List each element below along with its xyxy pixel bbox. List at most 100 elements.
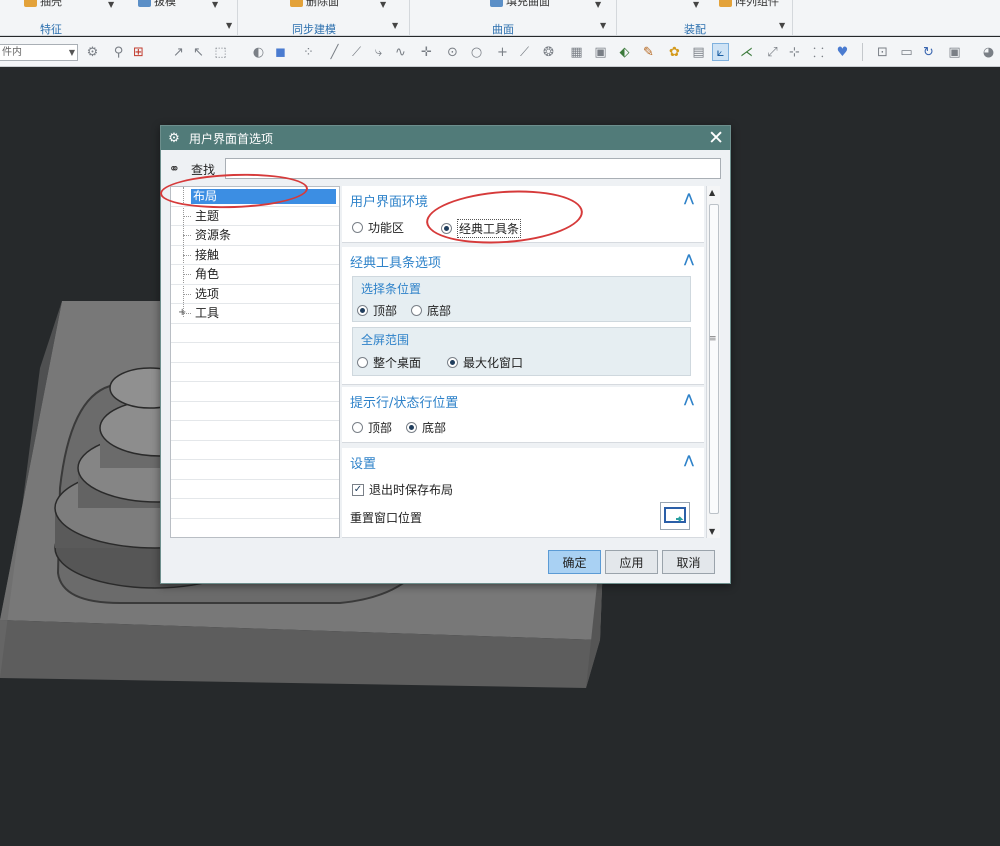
chevron-down-icon[interactable]: ▼: [595, 0, 601, 9]
table-icon[interactable]: ▤: [690, 43, 707, 61]
panel-scrollbar[interactable]: ▲ ≡ ▼: [706, 186, 720, 538]
axis-icon[interactable]: ⋌: [738, 43, 755, 61]
ok-button[interactable]: 确定: [548, 550, 601, 574]
tree-empty-row: [171, 402, 339, 421]
pattern-component-button[interactable]: 阵列组件: [719, 0, 779, 9]
paint-icon[interactable]: ✿: [666, 43, 683, 61]
tree-item-tools[interactable]: 工具: [193, 306, 221, 321]
cancel-button[interactable]: 取消: [662, 550, 715, 574]
tree-item-layout[interactable]: 布局: [191, 189, 336, 204]
csys-icon[interactable]: ⟀: [712, 43, 729, 61]
chevron-down-icon[interactable]: ▼: [779, 21, 785, 30]
layer-icon[interactable]: ▣: [592, 43, 609, 61]
section-title: 提示行/状态行位置: [350, 396, 459, 411]
hatch-icon[interactable]: ⬖: [616, 43, 633, 61]
select-box-icon[interactable]: ⊞: [130, 43, 147, 61]
chevron-down-icon[interactable]: ▼: [108, 0, 114, 9]
apply-button[interactable]: 应用: [605, 550, 658, 574]
tree-empty-row: [171, 480, 339, 499]
tree-item[interactable]: 资源条: [171, 226, 339, 246]
rotate-icon[interactable]: ↻: [920, 43, 937, 61]
scroll-down-icon[interactable]: ▼: [709, 527, 715, 536]
tree-item-resource-bar[interactable]: 资源条: [193, 228, 233, 243]
circle-icon[interactable]: ○: [468, 43, 485, 61]
ribbon-group-label: 同步建模: [292, 23, 336, 36]
draft-button[interactable]: 拔模: [138, 0, 176, 9]
chevron-down-icon[interactable]: ▼: [693, 0, 699, 9]
rectangle-select-icon[interactable]: ⬚: [212, 43, 229, 61]
close-button[interactable]: ✕: [708, 127, 724, 149]
dialog-titlebar[interactable]: ⚙ 用户界面首选项 ✕: [161, 126, 730, 150]
tree-item[interactable]: 选项: [171, 285, 339, 304]
radio-classic-toolbar[interactable]: 经典工具条: [441, 219, 522, 238]
delete-face-button[interactable]: 删除面: [290, 0, 339, 9]
line-2-icon[interactable]: ⟋: [348, 43, 365, 61]
heart-icon[interactable]: ♥: [834, 43, 851, 61]
vector-icon[interactable]: ⤢: [764, 43, 781, 61]
radio-circle: [357, 357, 368, 368]
face-icon[interactable]: ◐: [250, 43, 267, 61]
render-icon[interactable]: ◕: [980, 43, 997, 61]
tree-item[interactable]: 主题: [171, 207, 339, 226]
nodes-icon[interactable]: ⊹: [786, 43, 803, 61]
tree-item[interactable]: 角色: [171, 265, 339, 285]
body-icon[interactable]: ◼: [272, 43, 289, 61]
collapse-icon[interactable]: ⋀: [684, 191, 694, 205]
point-cloud-icon[interactable]: ⁘: [300, 43, 317, 61]
filter-icon[interactable]: ⚲: [110, 43, 127, 61]
tree-connector: [183, 215, 191, 217]
tree-item[interactable]: 布局: [171, 187, 339, 207]
gear-snap-icon[interactable]: ❂: [540, 43, 557, 61]
collapse-icon[interactable]: ⋀: [684, 392, 694, 406]
shell-icon: [24, 0, 37, 7]
radio-whole-desktop[interactable]: 整个桌面: [357, 354, 421, 371]
collapse-icon[interactable]: ⋀: [684, 252, 694, 266]
selection-filter-dropdown[interactable]: 件内 ▼: [0, 44, 78, 61]
sketch-icon[interactable]: ✎: [640, 43, 657, 61]
search-input[interactable]: [225, 158, 721, 179]
scroll-thumb[interactable]: [709, 204, 719, 514]
scroll-up-icon[interactable]: ▲: [709, 188, 715, 197]
tree-item-touch[interactable]: 接触: [193, 248, 221, 263]
plus-icon[interactable]: +: [494, 43, 511, 61]
snap-points-icon[interactable]: ⸬: [810, 43, 827, 61]
group-fullscreen-range: 全屏范围 整个桌面 最大化窗口: [352, 327, 691, 376]
radio-bottom[interactable]: 底部: [406, 419, 446, 436]
radio-bottom[interactable]: 底部: [411, 302, 451, 319]
shell-button[interactable]: 抽壳: [24, 0, 62, 9]
tree-item-theme[interactable]: 主题: [193, 209, 221, 224]
radio-top[interactable]: 顶部: [352, 419, 392, 436]
grip-icon: ≡: [709, 334, 717, 344]
tangent-icon[interactable]: ⟋: [516, 43, 533, 61]
arrow-icon[interactable]: ↗: [170, 43, 187, 61]
snap-icon[interactable]: ⚙: [84, 43, 101, 61]
cursor-icon[interactable]: ↖: [190, 43, 207, 61]
grid-icon[interactable]: ▦: [568, 43, 585, 61]
zoom-fit-icon[interactable]: ⊡: [874, 43, 891, 61]
save-layout-checkbox[interactable]: ✓ 退出时保存布局: [352, 481, 453, 498]
circle-center-icon[interactable]: ⊙: [444, 43, 461, 61]
reset-window-button[interactable]: [660, 502, 690, 530]
ribbon-group-sync-modeling: 删除面 ▼ 同步建模 ▼: [238, 0, 410, 36]
chevron-down-icon[interactable]: ▼: [212, 0, 218, 9]
radio-ribbon[interactable]: 功能区: [352, 219, 404, 236]
chevron-down-icon[interactable]: ▼: [392, 21, 398, 30]
radio-top[interactable]: 顶部: [357, 302, 397, 319]
display-mode-icon[interactable]: ▣: [946, 43, 963, 61]
tree-item-options[interactable]: 选项: [193, 287, 221, 302]
chevron-down-icon[interactable]: ▼: [380, 0, 386, 9]
chevron-down-icon[interactable]: ▼: [600, 21, 606, 30]
tree-item[interactable]: 接触: [171, 246, 339, 265]
crosshair-icon[interactable]: ✛: [418, 43, 435, 61]
spline-icon[interactable]: ∿: [392, 43, 409, 61]
curve-icon[interactable]: ⤷: [370, 43, 387, 61]
radio-maximized-window[interactable]: 最大化窗口: [447, 354, 523, 371]
chevron-down-icon[interactable]: ▼: [226, 21, 232, 30]
line-icon[interactable]: ╱: [326, 43, 343, 61]
ribbon-group-assembly: ▼ 阵列组件 装配 ▼: [617, 0, 793, 35]
collapse-icon[interactable]: ⋀: [684, 453, 694, 467]
fill-surface-button[interactable]: 填充曲面: [490, 0, 550, 9]
view-icon[interactable]: ▭: [898, 43, 915, 61]
tree-item[interactable]: + 工具: [171, 304, 339, 324]
tree-item-role[interactable]: 角色: [193, 267, 221, 282]
